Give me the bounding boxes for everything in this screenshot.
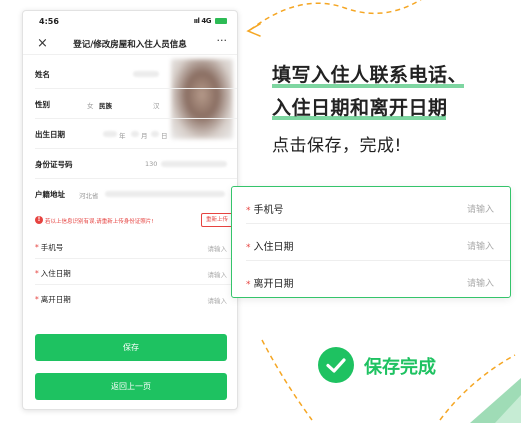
birth-year-suffix: 年 [119, 132, 126, 140]
gender-value: 女 [87, 102, 94, 110]
signal-icon: ııl 4G [193, 17, 212, 25]
id-row: 身份证号码 130 [23, 149, 237, 179]
zoom-checkout-label: 离开日期 [253, 279, 294, 290]
checkin-field[interactable]: * 入住日期 请输入 [23, 259, 237, 285]
hukou-label: 户籍地址 [35, 190, 65, 199]
id-value-blurred [161, 161, 227, 167]
gender-row: 性别 女 民族 汉 [23, 89, 237, 119]
ethnicity-label: 民族 [99, 102, 112, 110]
status-bar: 4:56 ııl 4G [23, 11, 237, 33]
checkout-label: 离开日期 [40, 295, 71, 304]
headline-line-3: 点击保存，完成! [272, 136, 402, 156]
name-label: 姓名 [35, 70, 50, 79]
hukou-value-prefix: 河北省 [79, 192, 99, 200]
zoom-checkin-field[interactable]: * 入住日期 请输入 [232, 224, 510, 261]
reupload-button[interactable]: 重新上传 [200, 213, 233, 227]
hukou-value-blurred [105, 191, 225, 197]
zoom-phone-label: 手机号 [253, 205, 284, 216]
birth-row: 出生日期 年 月 日 [23, 119, 237, 149]
dashed-curve-bottom [261, 339, 313, 421]
warning-banner: ! 若以上信息识别有误,请重新上传身份证照片! 重新上传 [23, 209, 237, 233]
phone-input[interactable]: 请输入 [208, 243, 228, 253]
zoom-phone-field[interactable]: * 手机号 请输入 [232, 187, 510, 224]
arrow-head-icon [246, 23, 261, 37]
warning-icon: ! [35, 216, 43, 224]
headline-line-2: 入住日期和离开日期 [272, 97, 448, 119]
name-row: 姓名 [23, 59, 237, 89]
more-icon[interactable]: ··· [217, 34, 228, 47]
back-button[interactable]: 返回上一页 [35, 373, 227, 400]
gender-label: 性别 [35, 100, 50, 109]
zoomed-form-card: * 手机号 请输入 * 入住日期 请输入 * 离开日期 请输入 [231, 186, 511, 298]
nav-bar: × 登记/修改房屋和入住人员信息 ··· [23, 33, 237, 55]
checkin-input[interactable]: 请输入 [208, 269, 228, 279]
ethnicity-value: 汉 [153, 102, 160, 110]
checkout-input[interactable]: 请输入 [208, 295, 228, 305]
page-title: 登记/修改房屋和入住人员信息 [73, 40, 187, 50]
zoom-checkin-input[interactable]: 请输入 [467, 239, 494, 252]
birth-month-suffix: 月 [141, 132, 148, 140]
phone-field[interactable]: * 手机号 请输入 [23, 233, 237, 259]
id-value-prefix: 130 [145, 160, 158, 168]
phone-label: 手机号 [40, 243, 64, 252]
zoom-phone-input[interactable]: 请输入 [467, 202, 494, 215]
zoom-checkout-input[interactable]: 请输入 [467, 276, 494, 289]
save-done-label: 保存完成 [364, 357, 436, 378]
headline-line-1: 填写入住人联系电话、 [272, 64, 468, 86]
dashed-arrow-curve [249, 0, 422, 31]
birth-label: 出生日期 [35, 130, 65, 139]
hukou-row: 户籍地址 河北省 [23, 179, 237, 209]
check-circle-icon [318, 347, 354, 383]
phone-mockup: 4:56 ııl 4G × 登记/修改房屋和入住人员信息 ··· 姓名 性别 女… [22, 10, 238, 410]
checkin-label: 入住日期 [40, 269, 71, 278]
warning-text: 若以上信息识别有误,请重新上传身份证照片! [45, 219, 154, 225]
id-label: 身份证号码 [35, 160, 73, 169]
birth-day-suffix: 日 [161, 132, 168, 140]
name-value-blurred [133, 71, 159, 77]
save-button[interactable]: 保存 [35, 334, 227, 361]
battery-icon [215, 18, 227, 24]
zoom-checkout-field[interactable]: * 离开日期 请输入 [232, 261, 510, 298]
checkout-field[interactable]: * 离开日期 请输入 [23, 285, 237, 311]
zoom-checkin-label: 入住日期 [253, 242, 294, 253]
status-time: 4:56 [39, 17, 59, 26]
